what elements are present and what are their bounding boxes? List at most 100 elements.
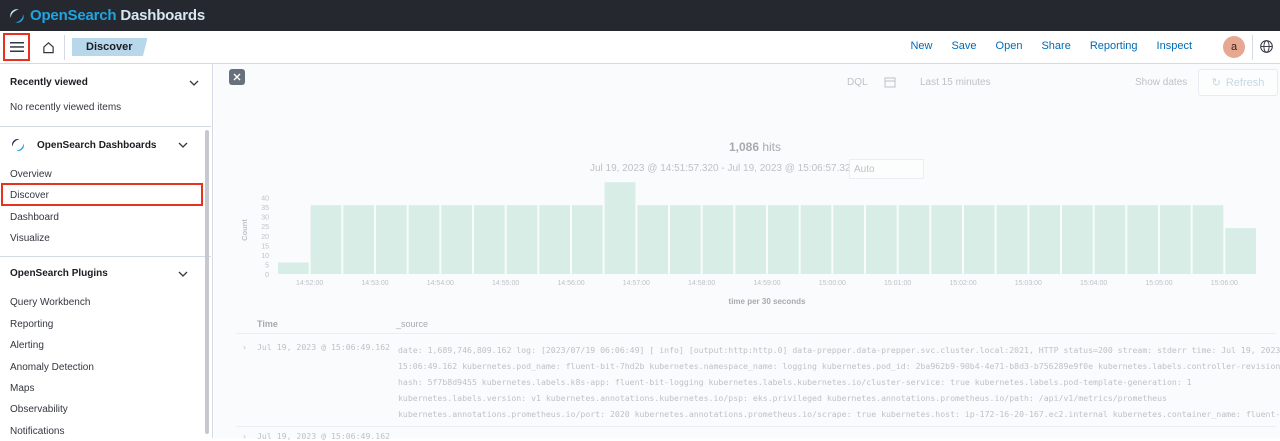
- histogram-bar: [278, 262, 309, 274]
- recent-empty-text: No recently viewed items: [10, 102, 122, 113]
- user-avatar[interactable]: a: [1223, 36, 1245, 58]
- histogram-bar: [1160, 205, 1191, 274]
- expand-row-icon[interactable]: ›: [242, 431, 247, 441]
- x-tick-label: 15:05:00: [1145, 280, 1172, 287]
- histogram-bar: [866, 205, 897, 274]
- expand-row-icon[interactable]: ›: [242, 342, 247, 352]
- histogram-bar: [506, 205, 538, 274]
- menu-toggle-button[interactable]: [3, 33, 30, 61]
- x-tick-label: 14:57:00: [623, 280, 650, 287]
- sidebar-divider: [0, 126, 211, 127]
- source-line: 15:06:49.162 kubernetes.pod_name: fluent…: [398, 361, 1280, 371]
- chevron-down-icon[interactable]: [178, 269, 188, 279]
- calendar-icon[interactable]: [884, 76, 896, 88]
- opensearch-logo-icon: [12, 139, 24, 151]
- x-tick-label: 15:01:00: [884, 280, 911, 287]
- source-line: kubernetes.labels.version: v1 kubernetes…: [398, 393, 1167, 403]
- y-tick-label: 15: [261, 243, 269, 250]
- opensearch-plugins-title[interactable]: OpenSearch Plugins: [10, 268, 108, 279]
- opensearch-logo-icon[interactable]: [8, 7, 26, 25]
- time-range-text[interactable]: Last 15 minutes: [920, 77, 991, 88]
- new-button[interactable]: New: [910, 40, 932, 52]
- nav-sidebar: Recently viewed No recently viewed items…: [0, 64, 213, 438]
- dql-toggle[interactable]: DQL: [847, 77, 868, 88]
- x-tick-label: 14:59:00: [753, 280, 780, 287]
- sidebar-item-maps[interactable]: Maps: [10, 383, 34, 394]
- time-column-header[interactable]: Time: [257, 319, 278, 329]
- sidebar-item-reporting[interactable]: Reporting: [10, 319, 53, 330]
- sidebar-item-notifications[interactable]: Notifications: [10, 426, 64, 437]
- open-button[interactable]: Open: [996, 40, 1023, 52]
- sidebar-item-discover[interactable]: Discover: [10, 190, 49, 201]
- histogram-chart: 0 5 10 15 20 25 30 35 40 Count 14:52:00 14:53:00 14:…: [240, 182, 1256, 306]
- show-dates-link[interactable]: Show dates: [1135, 77, 1187, 88]
- header-actions: New Save Open Share Reporting Inspect: [891, 40, 1192, 52]
- sidebar-scrollbar[interactable]: [205, 130, 209, 434]
- sidebar-item-alerting[interactable]: Alerting: [10, 340, 44, 351]
- histogram-bar: [376, 205, 407, 274]
- chevron-down-icon[interactable]: [189, 78, 199, 88]
- histogram-bar: [931, 205, 962, 274]
- histogram-bar: [1062, 205, 1093, 274]
- histogram-bar: [1127, 205, 1158, 274]
- chevron-down-icon[interactable]: [178, 140, 188, 150]
- y-tick-label: 0: [265, 272, 269, 279]
- sidebar-divider: [0, 256, 211, 257]
- y-tick-label: 25: [261, 224, 269, 231]
- header-divider: [64, 35, 65, 60]
- histogram-bar: [539, 205, 570, 274]
- table-row-time: Jul 19, 2023 @ 15:06:49.162: [257, 342, 391, 352]
- x-tick-label: 14:54:00: [427, 280, 454, 287]
- source-line: date: 1,689,746,809.162 log: [2023/07/19…: [398, 345, 1280, 355]
- top-bar: OpenSearch Dashboards: [0, 0, 1280, 31]
- histogram-bar: [408, 205, 440, 274]
- sidebar-item-anomaly-detection[interactable]: Anomaly Detection: [10, 362, 94, 373]
- sidebar-item-observability[interactable]: Observability: [10, 404, 68, 415]
- histogram-bar: [768, 205, 799, 274]
- time-range-summary: Jul 19, 2023 @ 14:51:57.320 - Jul 19, 20…: [590, 163, 857, 174]
- home-button[interactable]: [38, 37, 58, 57]
- recently-viewed-title[interactable]: Recently viewed: [10, 77, 88, 88]
- save-button[interactable]: Save: [951, 40, 976, 52]
- histogram-bar: [1192, 205, 1224, 274]
- share-button[interactable]: Share: [1041, 40, 1070, 52]
- y-tick-label: 35: [261, 205, 269, 212]
- sidebar-item-visualize[interactable]: Visualize: [10, 233, 50, 244]
- sidebar-item-dashboard[interactable]: Dashboard: [10, 212, 59, 223]
- histogram-bar: [572, 205, 603, 274]
- breadcrumb-discover[interactable]: Discover: [72, 38, 148, 56]
- hits-count: 1,086 hits: [728, 140, 782, 154]
- hamburger-icon: [9, 42, 24, 52]
- refresh-icon: ↻: [1211, 77, 1221, 89]
- histogram-bar: [996, 205, 1028, 274]
- help-globe-icon[interactable]: [1259, 39, 1274, 54]
- x-tick-label: 14:55:00: [492, 280, 519, 287]
- histogram-bar: [474, 205, 505, 274]
- interval-select[interactable]: Auto: [849, 159, 924, 179]
- refresh-button[interactable]: ↻ Refresh: [1198, 69, 1278, 96]
- histogram-bar: [1225, 228, 1256, 274]
- source-column-header: _source: [396, 319, 429, 329]
- reporting-button[interactable]: Reporting: [1090, 40, 1138, 52]
- x-tick-label: 15:00:00: [819, 280, 846, 287]
- histogram-bar: [800, 205, 832, 274]
- opensearch-dashboards-title[interactable]: OpenSearch Dashboards: [37, 140, 156, 151]
- histogram-bar: [343, 205, 374, 274]
- histogram-bar: [1094, 205, 1126, 274]
- y-tick-label: 30: [261, 215, 269, 222]
- x-axis-label: time per 30 seconds: [729, 297, 806, 306]
- histogram-bar: [735, 205, 766, 274]
- histogram-bar: [833, 205, 864, 274]
- x-tick-label: 15:02:00: [949, 280, 976, 287]
- header-bar: Discover New Save Open Share Reporting I…: [0, 31, 1280, 64]
- inspect-button[interactable]: Inspect: [1157, 40, 1192, 52]
- brand-title[interactable]: OpenSearch Dashboards: [30, 7, 205, 24]
- histogram-bar: [310, 205, 342, 274]
- histogram-bar: [637, 205, 668, 274]
- close-nav-button[interactable]: [229, 69, 245, 85]
- histogram-bar: [898, 205, 930, 274]
- sidebar-item-overview[interactable]: Overview: [10, 169, 52, 180]
- sidebar-item-query-workbench[interactable]: Query Workbench: [10, 297, 90, 308]
- histogram-bar: [1029, 205, 1060, 274]
- table-divider: [236, 333, 1276, 334]
